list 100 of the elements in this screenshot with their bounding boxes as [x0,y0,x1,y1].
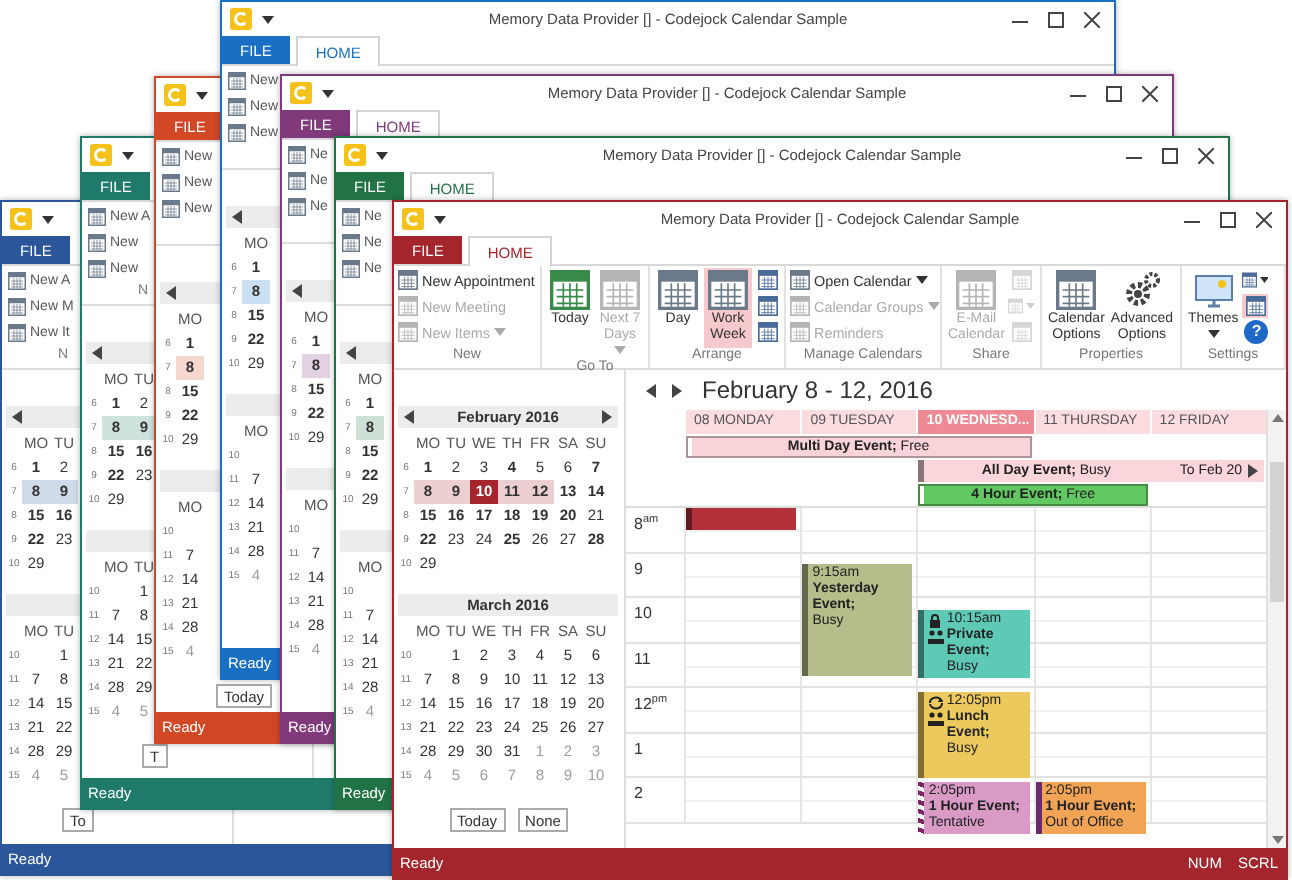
calendar-icon [162,148,180,166]
time-label: 8$^{am}$ [632,512,661,538]
calendar-icon [1242,270,1258,290]
calendar-icon [162,174,180,192]
caret-icon [322,89,334,97]
time-label: 12$^{pm}$ [632,692,670,718]
app-logo-icon [290,82,312,104]
next-month-button[interactable] [600,410,614,424]
calendar-icon [288,146,306,164]
calendar-icon [8,324,26,342]
maximize-button[interactable] [1048,11,1064,27]
time-label: 11 [632,647,653,671]
calendar-icon [398,322,418,342]
calendar-icon [658,270,698,310]
caret-left-icon [12,410,22,424]
caret-icon [493,328,506,336]
caret-icon [1207,330,1220,338]
caret-icon [42,215,54,223]
caret-left-icon [646,383,656,397]
scrollbar[interactable] [1266,410,1286,848]
calendar-icon [790,322,810,342]
calendar-event[interactable] [686,508,797,531]
close-button[interactable] [1142,85,1158,101]
calendar-icon [550,270,590,310]
caret-left-icon [292,284,302,298]
calendar-icon [398,296,418,316]
scroll-down-icon [1271,836,1283,844]
calendar-icon [1056,270,1097,310]
previous-month-button[interactable] [402,410,416,424]
ribbon-icon-button[interactable] [754,268,780,292]
caret-icon [927,302,940,310]
app-logo-icon [90,144,112,166]
calendar-icon [398,270,418,290]
calendar-icon [228,72,246,90]
close-button[interactable] [1256,211,1272,227]
caret-right-icon [602,410,612,424]
help-button[interactable]: ? [1244,320,1269,344]
previous-month-button[interactable] [90,346,104,360]
close-icon [1084,11,1100,27]
time-label: 1 [632,737,645,761]
previous-month-button[interactable] [290,284,304,298]
calendar-icon [342,208,360,226]
calendar-icon [757,270,777,290]
calendar-icon [1011,322,1032,342]
calendar-icon [790,296,810,316]
calendar-icon [342,260,360,278]
caret-left-icon [404,410,414,424]
calendar-icon [757,322,777,342]
calendar-icon [88,234,106,252]
calendar-icon [600,270,640,310]
close-icon [1198,147,1214,163]
repeat-icon [928,695,945,710]
previous-month-button[interactable] [10,410,24,424]
calendar-icon [1245,296,1266,316]
ribbon-icon-button[interactable] [754,320,780,344]
time-label: 9 [632,557,645,581]
caret-right-icon [1248,464,1258,478]
calendar-icon [1008,296,1024,316]
ribbon-icon-button[interactable] [1242,294,1269,318]
calendar-icon [790,270,810,290]
previous-month-button[interactable] [344,346,358,360]
app-logo-icon [402,208,424,230]
scrollbar-thumb[interactable] [1270,462,1284,602]
app-logo-icon [164,84,186,106]
calendar-icon [228,124,246,142]
next-button[interactable] [672,383,682,397]
caret-icon [1259,276,1269,284]
calendar-icon [342,234,360,252]
previous-button[interactable] [646,383,656,397]
caret-icon [196,91,208,99]
calendar-icon [88,260,106,278]
maximize-button[interactable] [1162,147,1178,163]
calendar-icon [708,270,748,310]
caret-icon [434,215,446,223]
ribbon-icon-button[interactable] [1242,268,1269,292]
calendar-icon [8,298,26,316]
maximize-icon [1220,211,1236,227]
calendar-icon [288,172,306,190]
maximize-icon [1106,85,1122,101]
maximize-button[interactable] [1106,85,1122,101]
date-range-title: February 8 - 12, 2016 [702,376,933,404]
previous-month-button[interactable] [230,210,244,224]
calendar-icon [1011,270,1032,290]
caret-icon [614,346,626,354]
lock-icon [928,613,943,628]
close-button[interactable] [1198,147,1214,163]
time-label: 10 [632,602,654,626]
previous-month-button[interactable] [164,286,178,300]
monitor-icon [1193,270,1234,310]
scroll-up-icon [1271,414,1283,422]
maximize-button[interactable] [1220,211,1236,227]
app-logo-icon [10,208,32,230]
caret-right-icon [672,383,682,397]
ribbon-icon-button[interactable] [754,294,780,318]
calendar-icon [162,200,180,218]
caret-left-icon [166,286,176,300]
caret-icon [1025,302,1035,310]
calendar-icon [8,272,26,290]
close-icon [1256,211,1272,227]
close-button[interactable] [1084,11,1100,27]
